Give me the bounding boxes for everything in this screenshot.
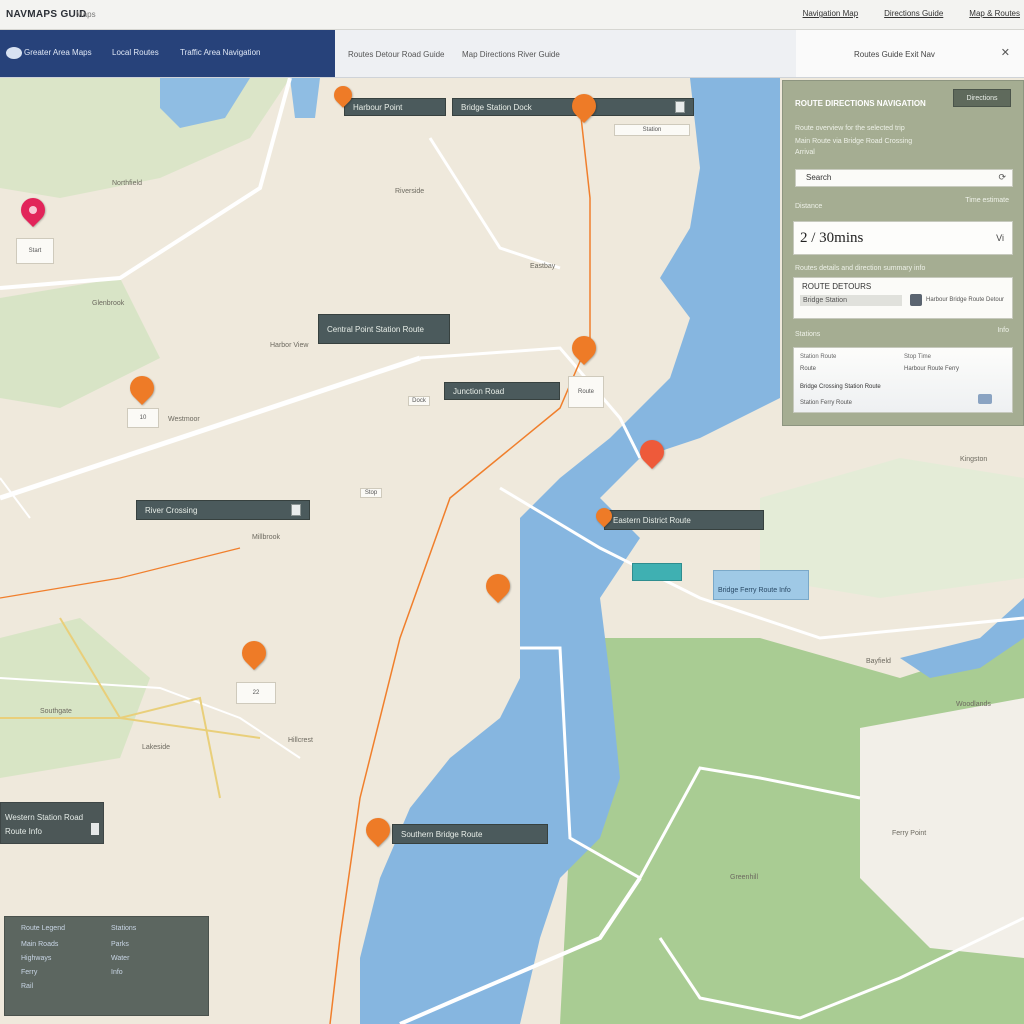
panel-description: Route overview for the selected trip — [795, 125, 905, 132]
panel-route-name: Main Route via Bridge Road Crossing — [795, 138, 913, 145]
ferry-info-box[interactable]: Bridge Ferry Route Info — [713, 570, 809, 600]
legend-item: Stations — [111, 925, 137, 932]
nav-item-routes-detour[interactable]: Routes Detour Road Guide — [348, 50, 445, 59]
legend-item: Parks — [111, 941, 129, 948]
stations-label: Stations — [795, 331, 821, 338]
distance-label: Distance — [795, 203, 823, 210]
nav-bar: Greater Area Maps Local Routes Traffic A… — [0, 30, 1024, 78]
cloud-icon — [6, 47, 22, 59]
map-label: Southgate — [40, 708, 72, 715]
nav-bar-primary: Greater Area Maps Local Routes Traffic A… — [0, 30, 335, 77]
pin-label-waypoint-1: 10 — [127, 408, 159, 428]
route-tooltip-junction-road[interactable]: Junction Road — [444, 382, 560, 400]
app-brand[interactable]: NAVMAPS GUID — [6, 9, 87, 20]
map-label: Kingston — [960, 456, 988, 463]
stations-row-c: Bridge Crossing Station Route — [800, 384, 881, 390]
map-pin-dot — [29, 206, 37, 214]
bus-icon[interactable] — [910, 294, 922, 306]
route-tooltip-river-crossing[interactable]: River Crossing — [136, 500, 310, 520]
legend-item: Rail — [21, 983, 34, 990]
top-app-bar: NAVMAPS GUID Maps Navigation Map Directi… — [0, 0, 1024, 30]
map-label: Riverside — [395, 188, 425, 195]
pin-label-waypoint-2: 22 — [236, 682, 276, 704]
route-tooltip-eastern-district[interactable]: Eastern District Route — [604, 510, 764, 530]
nav-item-greater-area[interactable]: Greater Area Maps — [24, 48, 92, 57]
eta-icon[interactable]: Vi — [996, 233, 1004, 243]
detour-card[interactable]: ROUTE DETOURS Bridge Station Harbour Bri… — [793, 277, 1013, 319]
ferry-icon[interactable] — [978, 394, 992, 404]
panel-title: ROUTE DIRECTIONS NAVIGATION — [795, 99, 926, 108]
map-label: Hillcrest — [288, 737, 313, 744]
tooltip-action-icon[interactable] — [291, 504, 301, 516]
stations-col-b: Stop Time — [904, 354, 932, 360]
stations-col-a: Station Route — [800, 354, 837, 360]
legend-title: Route Legend — [21, 925, 65, 932]
side-card-action-icon[interactable] — [91, 823, 99, 835]
detour-title: ROUTE DETOURS — [802, 282, 872, 291]
route-side-card[interactable]: Western Station Road Route Info — [0, 802, 104, 844]
map-label: Ferry Point — [892, 830, 927, 837]
station-box[interactable]: Route — [568, 376, 604, 408]
route-summary-label: Routes details and direction summary inf… — [795, 265, 926, 272]
nav-item-local-routes[interactable]: Local Routes — [112, 48, 159, 57]
time-estimate-label: Time estimate — [965, 197, 1009, 204]
stations-card[interactable]: Station Route Stop Time Route Harbour Ro… — [793, 347, 1013, 413]
eta-value: 2 / 30mins — [800, 230, 864, 246]
route-details-panel: ROUTE DIRECTIONS NAVIGATION Directions R… — [782, 80, 1024, 426]
top-links: Navigation Map Directions Guide Map & Ro… — [803, 9, 1020, 18]
map-label: Greenhill — [730, 874, 759, 881]
legend-item: Info — [111, 969, 123, 976]
map-legend: Route Legend Main Roads Highways Ferry R… — [4, 916, 209, 1016]
map-label: Northfield — [112, 180, 142, 187]
transit-tab[interactable] — [632, 563, 682, 581]
legend-item: Main Roads — [21, 941, 59, 948]
map-label: Glenbrook — [92, 300, 125, 307]
route-tooltip-central-point[interactable]: Central Point Station Route — [318, 314, 450, 344]
nav-bar-right: Routes Guide Exit Nav ✕ — [796, 30, 1024, 77]
detour-station-field[interactable]: Bridge Station — [800, 295, 902, 306]
station-box[interactable]: Dock — [408, 396, 430, 406]
stations-row-d: Station Ferry Route — [800, 400, 853, 406]
nav-right-text[interactable]: Routes Guide Exit Nav — [854, 50, 935, 59]
station-box[interactable]: Station — [614, 124, 690, 136]
map-label: Harbor View — [270, 342, 309, 349]
route-tooltip-harbour-point[interactable]: Harbour Point — [344, 98, 446, 116]
map-label: Westmoor — [168, 416, 200, 423]
legend-item: Ferry — [21, 969, 38, 976]
map-label: Bayfield — [866, 658, 891, 665]
top-link-routes[interactable]: Map & Routes — [969, 9, 1020, 18]
stations-row-b: Harbour Route Ferry — [904, 366, 960, 372]
app-subtitle: Maps — [76, 10, 96, 19]
map-label: Lakeside — [142, 744, 171, 751]
route-tooltip-southern-bridge[interactable]: Southern Bridge Route — [392, 824, 548, 844]
pin-label-start: Start — [16, 238, 54, 264]
top-link-directions[interactable]: Directions Guide — [884, 9, 943, 18]
nav-item-traffic[interactable]: Traffic Area Navigation — [180, 48, 260, 57]
map-label: Millbrook — [252, 534, 281, 541]
legend-item: Water — [111, 955, 130, 962]
search-input[interactable]: Search ⟳ — [795, 169, 1013, 187]
panel-arrival-label: Arrival — [795, 149, 815, 156]
info-label: Info — [997, 327, 1009, 334]
station-box[interactable]: Stop — [360, 488, 382, 498]
stations-row-a: Route — [800, 366, 817, 372]
legend-item: Highways — [21, 955, 52, 962]
map-label: Woodlands — [956, 701, 991, 708]
detour-description: Harbour Bridge Route Detour — [926, 297, 1005, 303]
close-icon[interactable]: ✕ — [1001, 46, 1010, 59]
directions-button[interactable]: Directions — [953, 89, 1011, 107]
top-link-navigation[interactable]: Navigation Map — [803, 9, 859, 18]
map-label: Eastbay — [530, 263, 556, 270]
refresh-icon[interactable]: ⟳ — [998, 172, 1006, 183]
eta-card[interactable]: 2 / 30mins Vi — [793, 221, 1013, 255]
nav-item-river-guide[interactable]: Map Directions River Guide — [462, 50, 560, 59]
tooltip-action-icon[interactable] — [675, 101, 685, 113]
